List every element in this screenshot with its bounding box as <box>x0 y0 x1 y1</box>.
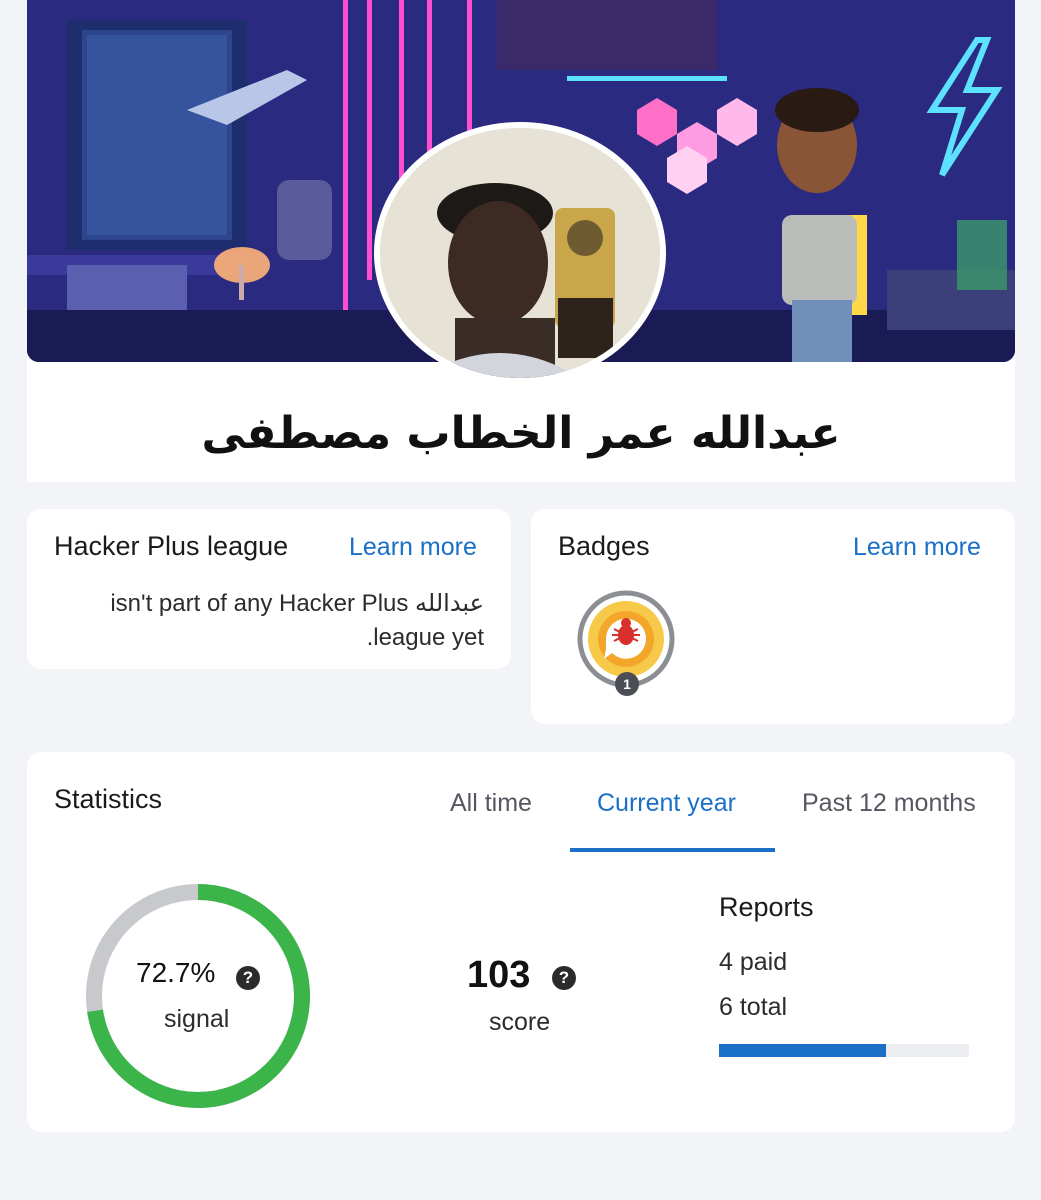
tab-current-year[interactable]: Current year <box>597 789 736 818</box>
active-tab-indicator <box>570 848 775 852</box>
tab-all-time[interactable]: All time <box>450 789 532 818</box>
badge-count: 1 <box>615 672 639 696</box>
reports-paid: 4 paid <box>719 948 788 976</box>
reports-progress-bar <box>719 1044 969 1057</box>
reports-title: Reports <box>719 892 814 922</box>
league-card: Hacker Plus league Learn more عبدالله is… <box>27 509 511 669</box>
score-value: 103 <box>467 954 531 996</box>
statistics-title: Statistics <box>54 784 163 814</box>
profile-name: عبدالله عمر الخطاب مصطفى <box>201 408 841 459</box>
signal-value: 72.7% <box>136 957 216 988</box>
signal-help-icon[interactable]: ? <box>236 966 260 990</box>
bug-badge-icon[interactable]: 1 <box>576 589 676 699</box>
league-title: Hacker Plus league <box>54 531 289 561</box>
score-label: score <box>489 1008 551 1036</box>
league-learn-more-link[interactable]: Learn more <box>349 533 477 562</box>
profile-header: عبدالله عمر الخطاب مصطفى <box>27 0 1015 482</box>
statistics-card: Statistics All time Current year Past 12… <box>27 752 1015 1132</box>
reports-total: 6 total <box>719 993 788 1021</box>
avatar[interactable] <box>374 122 666 384</box>
score-help-icon[interactable]: ? <box>552 966 576 990</box>
tab-past-12-months[interactable]: Past 12 months <box>802 789 976 818</box>
signal-ring <box>82 880 314 1112</box>
badges-learn-more-link[interactable]: Learn more <box>853 533 981 562</box>
league-description: عبدالله isn't part of any Hacker Plus le… <box>110 590 484 651</box>
badges-title: Badges <box>558 531 650 561</box>
reports-progress-fill <box>719 1044 886 1057</box>
badges-card: Badges Learn more 1 <box>531 509 1015 724</box>
signal-label: signal <box>164 1005 230 1033</box>
